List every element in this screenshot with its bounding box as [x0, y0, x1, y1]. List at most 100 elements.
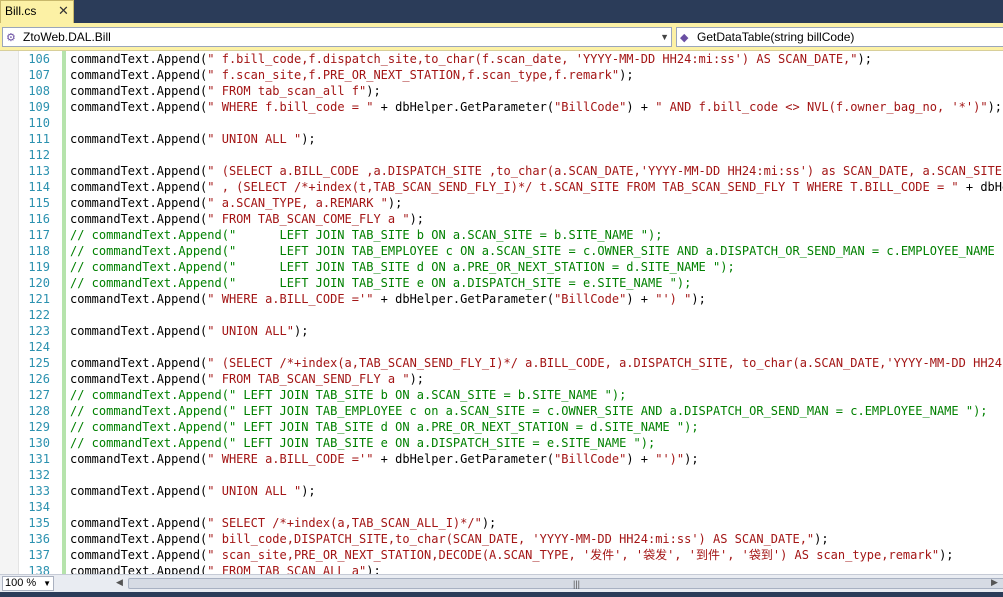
tab-bill-cs[interactable]: Bill.cs ✕ — [0, 0, 74, 23]
code-line[interactable]: 106 commandText.Append(" f.bill_code,f.di… — [0, 51, 1003, 67]
string-literal: " WHERE a.BILL_CODE ='" — [207, 452, 374, 466]
string-literal: " UNION ALL " — [207, 484, 302, 498]
code-token: commandText.Append( — [70, 292, 208, 306]
scroll-left-icon[interactable]: ◀ — [116, 577, 123, 588]
code-text: commandText.Append(" FROM TAB_SCAN_COME_… — [70, 211, 424, 227]
code-text: commandText.Append(" scan_site,PRE_OR_NE… — [70, 547, 954, 563]
scrollbar-thumb[interactable]: ||| — [128, 578, 1003, 589]
code-text: commandText.Append(" SELECT /*+index(a,T… — [70, 515, 496, 531]
line-number: 126 — [28, 372, 50, 386]
code-line[interactable]: 113 commandText.Append(" (SELECT a.BILL_C… — [0, 163, 1003, 179]
code-token: ); — [814, 532, 829, 546]
code-line[interactable]: 130 // commandText.Append(" LEFT JOIN TAB… — [0, 435, 1003, 451]
code-line[interactable]: 127 // commandText.Append(" LEFT JOIN TAB… — [0, 387, 1003, 403]
code-token: ); — [387, 196, 403, 210]
string-literal: " f.scan_site,f.PRE_OR_NEXT_STATION,f.sc… — [207, 68, 620, 82]
chevron-down-icon[interactable]: ▼ — [43, 577, 51, 590]
code-line[interactable]: 111 commandText.Append(" UNION ALL "); — [0, 131, 1003, 147]
code-text: // commandText.Append(" LEFT JOIN TAB_EM… — [70, 403, 988, 419]
line-number: 135 — [28, 516, 50, 530]
code-line[interactable]: 135 commandText.Append(" SELECT /*+index(… — [0, 515, 1003, 531]
string-literal: " UNION ALL" — [207, 324, 294, 338]
string-literal: " FROM TAB_SCAN_SEND_FLY a " — [207, 372, 410, 386]
code-line[interactable]: 136 commandText.Append(" bill_code,DISPAT… — [0, 531, 1003, 547]
code-text: commandText.Append(" WHERE f.bill_code =… — [70, 99, 1002, 115]
code-line[interactable]: 128 // commandText.Append(" LEFT JOIN TAB… — [0, 403, 1003, 419]
string-literal: " WHERE a.BILL_CODE ='" — [207, 292, 374, 306]
code-line[interactable]: 116 commandText.Append(" FROM TAB_SCAN_CO… — [0, 211, 1003, 227]
code-token: ); — [366, 564, 381, 574]
code-line[interactable]: 132 — [0, 467, 1003, 483]
code-token: commandText.Append( — [70, 484, 208, 498]
code-line[interactable]: 138 commandText.Append(" FROM TAB_SCAN_AL… — [0, 563, 1003, 574]
code-token: commandText.Append( — [70, 548, 208, 562]
code-line[interactable]: 122 — [0, 307, 1003, 323]
code-line[interactable]: 129 // commandText.Append(" LEFT JOIN TAB… — [0, 419, 1003, 435]
code-line[interactable]: 137 commandText.Append(" scan_site,PRE_OR… — [0, 547, 1003, 563]
code-token: commandText.Append( — [70, 372, 208, 386]
scroll-right-icon[interactable]: ▶ — [991, 577, 998, 588]
code-line[interactable]: 131 commandText.Append(" WHERE a.BILL_COD… — [0, 451, 1003, 467]
code-line[interactable]: 124 — [0, 339, 1003, 355]
code-text: commandText.Append(" FROM TAB_SCAN_ALL a… — [70, 563, 381, 574]
line-number: 124 — [28, 340, 50, 354]
code-editor[interactable]: 106 commandText.Append(" f.bill_code,f.di… — [0, 51, 1003, 574]
code-token: commandText.Append( — [70, 132, 208, 146]
code-line[interactable]: 109 commandText.Append(" WHERE f.bill_cod… — [0, 99, 1003, 115]
string-literal: " SELECT /*+index(a,TAB_SCAN_ALL_I)*/" — [207, 516, 482, 530]
code-token: ); — [481, 516, 497, 530]
code-token: commandText.Append( — [70, 564, 208, 574]
code-line[interactable]: 112 — [0, 147, 1003, 163]
code-line[interactable]: 125 commandText.Append(" (SELECT /*+index… — [0, 355, 1003, 371]
code-text: commandText.Append(" UNION ALL "); — [70, 483, 316, 499]
code-line[interactable]: 117 // commandText.Append(" LEFT JOIN TAB… — [0, 227, 1003, 243]
line-number: 106 — [28, 52, 50, 66]
line-number: 125 — [28, 356, 50, 370]
code-line[interactable]: 120 // commandText.Append(" LEFT JOIN TAB… — [0, 275, 1003, 291]
code-line[interactable]: 134 — [0, 499, 1003, 515]
line-number: 134 — [28, 500, 50, 514]
code-line[interactable]: 133 commandText.Append(" UNION ALL "); — [0, 483, 1003, 499]
code-line[interactable]: 118 // commandText.Append(" LEFT JOIN TAB… — [0, 243, 1003, 259]
code-line[interactable]: 110 — [0, 115, 1003, 131]
code-line[interactable]: 108 commandText.Append(" FROM tab_scan_al… — [0, 83, 1003, 99]
class-dropdown[interactable]: ⚙ ZtoWeb.DAL.Bill ▼ — [2, 27, 672, 47]
line-number: 111 — [28, 132, 50, 146]
horizontal-scrollbar[interactable]: ◀ ||| ▶ — [56, 576, 1003, 591]
code-text: commandText.Append(" UNION ALL"); — [70, 323, 308, 339]
code-line[interactable]: 115 commandText.Append(" a.SCAN_TYPE, a.R… — [0, 195, 1003, 211]
code-token: ); — [301, 484, 316, 498]
code-token: commandText.Append( — [70, 180, 208, 194]
code-token: ) + — [626, 292, 656, 306]
line-number: 137 — [28, 548, 50, 562]
line-number: 127 — [28, 388, 50, 402]
code-line[interactable]: 126 commandText.Append(" FROM TAB_SCAN_SE… — [0, 371, 1003, 387]
string-literal: " FROM TAB_SCAN_ALL a" — [207, 564, 367, 574]
string-literal: " AND f.bill_code <> NVL(f.owner_bag_no,… — [655, 100, 988, 114]
line-number: 128 — [28, 404, 50, 418]
grip-icon: ||| — [573, 579, 581, 589]
code-line[interactable]: 121 commandText.Append(" WHERE a.BILL_COD… — [0, 291, 1003, 307]
close-icon[interactable]: ✕ — [58, 3, 69, 19]
code-line[interactable]: 123 commandText.Append(" UNION ALL"); — [0, 323, 1003, 339]
code-text: commandText.Append(" a.SCAN_TYPE, a.REMA… — [70, 195, 402, 211]
code-token: ); — [939, 548, 954, 562]
code-text: // commandText.Append(" LEFT JOIN TAB_SI… — [70, 387, 626, 403]
comment: // commandText.Append(" LEFT JOIN TAB_SI… — [70, 228, 663, 242]
code-token: + dbHelper.GetParameter( — [373, 100, 555, 114]
line-number: 136 — [28, 532, 50, 546]
code-line[interactable]: 114 commandText.Append(" , (SELECT /*+ind… — [0, 179, 1003, 195]
code-line[interactable]: 107 commandText.Append(" f.scan_site,f.PR… — [0, 67, 1003, 83]
code-token: + dbHelper.GetParameter( — [965, 180, 1003, 194]
chevron-down-icon[interactable]: ▼ — [660, 28, 669, 46]
zoom-dropdown[interactable]: 100 % ▼ — [2, 576, 54, 591]
string-literal: " a.SCAN_TYPE, a.REMARK " — [207, 196, 388, 210]
code-line[interactable]: 119 // commandText.Append(" LEFT JOIN TAB… — [0, 259, 1003, 275]
line-number: 108 — [28, 84, 50, 98]
code-token: commandText.Append( — [70, 100, 208, 114]
navigation-bar: ⚙ ZtoWeb.DAL.Bill ▼ ◆ GetDataTable(strin… — [0, 23, 1003, 51]
member-dropdown[interactable]: ◆ GetDataTable(string billCode) — [676, 27, 1003, 47]
line-number: 122 — [28, 308, 50, 322]
string-literal: " FROM TAB_SCAN_COME_FLY a " — [207, 212, 410, 226]
line-number: 110 — [28, 116, 50, 130]
